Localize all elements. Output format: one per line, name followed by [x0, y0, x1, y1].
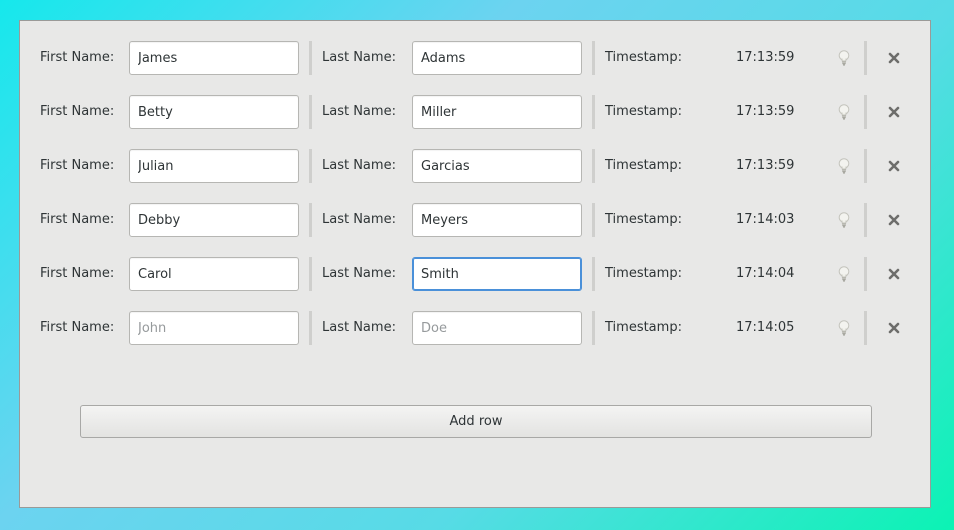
timestamp-value: 17:13:59 — [736, 50, 795, 65]
separator — [864, 257, 867, 291]
last-name-label: Last Name: — [322, 50, 396, 65]
last-name-input[interactable] — [412, 311, 582, 345]
first-name-label: First Name: — [40, 158, 115, 173]
last-name-input[interactable] — [412, 257, 582, 291]
person-row: First Name: Last Name: Timestamp: 17:13:… — [20, 41, 932, 75]
timestamp-label: Timestamp: — [605, 104, 682, 119]
person-row: First Name: Last Name: Timestamp: 17:13:… — [20, 149, 932, 183]
first-name-input[interactable] — [129, 311, 299, 345]
timestamp-label: Timestamp: — [605, 266, 682, 281]
first-name-input[interactable] — [129, 95, 299, 129]
person-row: First Name: Last Name: Timestamp: 17:14:… — [20, 257, 932, 291]
app-window: First Name: Last Name: Timestamp: 17:13:… — [19, 20, 931, 508]
last-name-input[interactable] — [412, 149, 582, 183]
timestamp-label: Timestamp: — [605, 158, 682, 173]
timestamp-label: Timestamp: — [605, 212, 682, 227]
separator — [592, 149, 595, 183]
last-name-label: Last Name: — [322, 212, 396, 227]
add-row-button[interactable]: Add row — [80, 405, 872, 438]
lightbulb-icon — [838, 266, 850, 282]
separator — [864, 149, 867, 183]
lightbulb-icon — [838, 104, 850, 120]
close-icon[interactable] — [886, 212, 902, 228]
lightbulb-icon — [838, 158, 850, 174]
close-icon[interactable] — [886, 104, 902, 120]
first-name-label: First Name: — [40, 104, 115, 119]
separator — [309, 149, 312, 183]
first-name-label: First Name: — [40, 212, 115, 227]
separator — [592, 95, 595, 129]
timestamp-value: 17:14:05 — [736, 320, 795, 335]
lightbulb-icon — [838, 212, 850, 228]
first-name-input[interactable] — [129, 257, 299, 291]
separator — [864, 311, 867, 345]
last-name-label: Last Name: — [322, 158, 396, 173]
person-row: First Name: Last Name: Timestamp: 17:14:… — [20, 203, 932, 237]
separator — [864, 95, 867, 129]
separator — [592, 257, 595, 291]
timestamp-value: 17:14:03 — [736, 212, 795, 227]
separator — [309, 203, 312, 237]
timestamp-value: 17:13:59 — [736, 104, 795, 119]
close-icon[interactable] — [886, 320, 902, 336]
separator — [309, 95, 312, 129]
last-name-label: Last Name: — [322, 320, 396, 335]
separator — [309, 257, 312, 291]
last-name-input[interactable] — [412, 41, 582, 75]
separator — [592, 311, 595, 345]
timestamp-label: Timestamp: — [605, 320, 682, 335]
separator — [592, 203, 595, 237]
separator — [864, 203, 867, 237]
last-name-input[interactable] — [412, 203, 582, 237]
last-name-label: Last Name: — [322, 266, 396, 281]
first-name-label: First Name: — [40, 50, 115, 65]
close-icon[interactable] — [886, 266, 902, 282]
separator — [309, 311, 312, 345]
close-icon[interactable] — [886, 50, 902, 66]
timestamp-value: 17:13:59 — [736, 158, 795, 173]
separator — [309, 41, 312, 75]
separator — [864, 41, 867, 75]
separator — [592, 41, 595, 75]
first-name-input[interactable] — [129, 41, 299, 75]
first-name-input[interactable] — [129, 203, 299, 237]
last-name-input[interactable] — [412, 95, 582, 129]
lightbulb-icon — [838, 50, 850, 66]
first-name-label: First Name: — [40, 266, 115, 281]
timestamp-label: Timestamp: — [605, 50, 682, 65]
timestamp-value: 17:14:04 — [736, 266, 795, 281]
last-name-label: Last Name: — [322, 104, 396, 119]
person-row: First Name: Last Name: Timestamp: 17:13:… — [20, 95, 932, 129]
close-icon[interactable] — [886, 158, 902, 174]
lightbulb-icon — [838, 320, 850, 336]
first-name-label: First Name: — [40, 320, 115, 335]
person-row: First Name: Last Name: Timestamp: 17:14:… — [20, 311, 932, 345]
first-name-input[interactable] — [129, 149, 299, 183]
